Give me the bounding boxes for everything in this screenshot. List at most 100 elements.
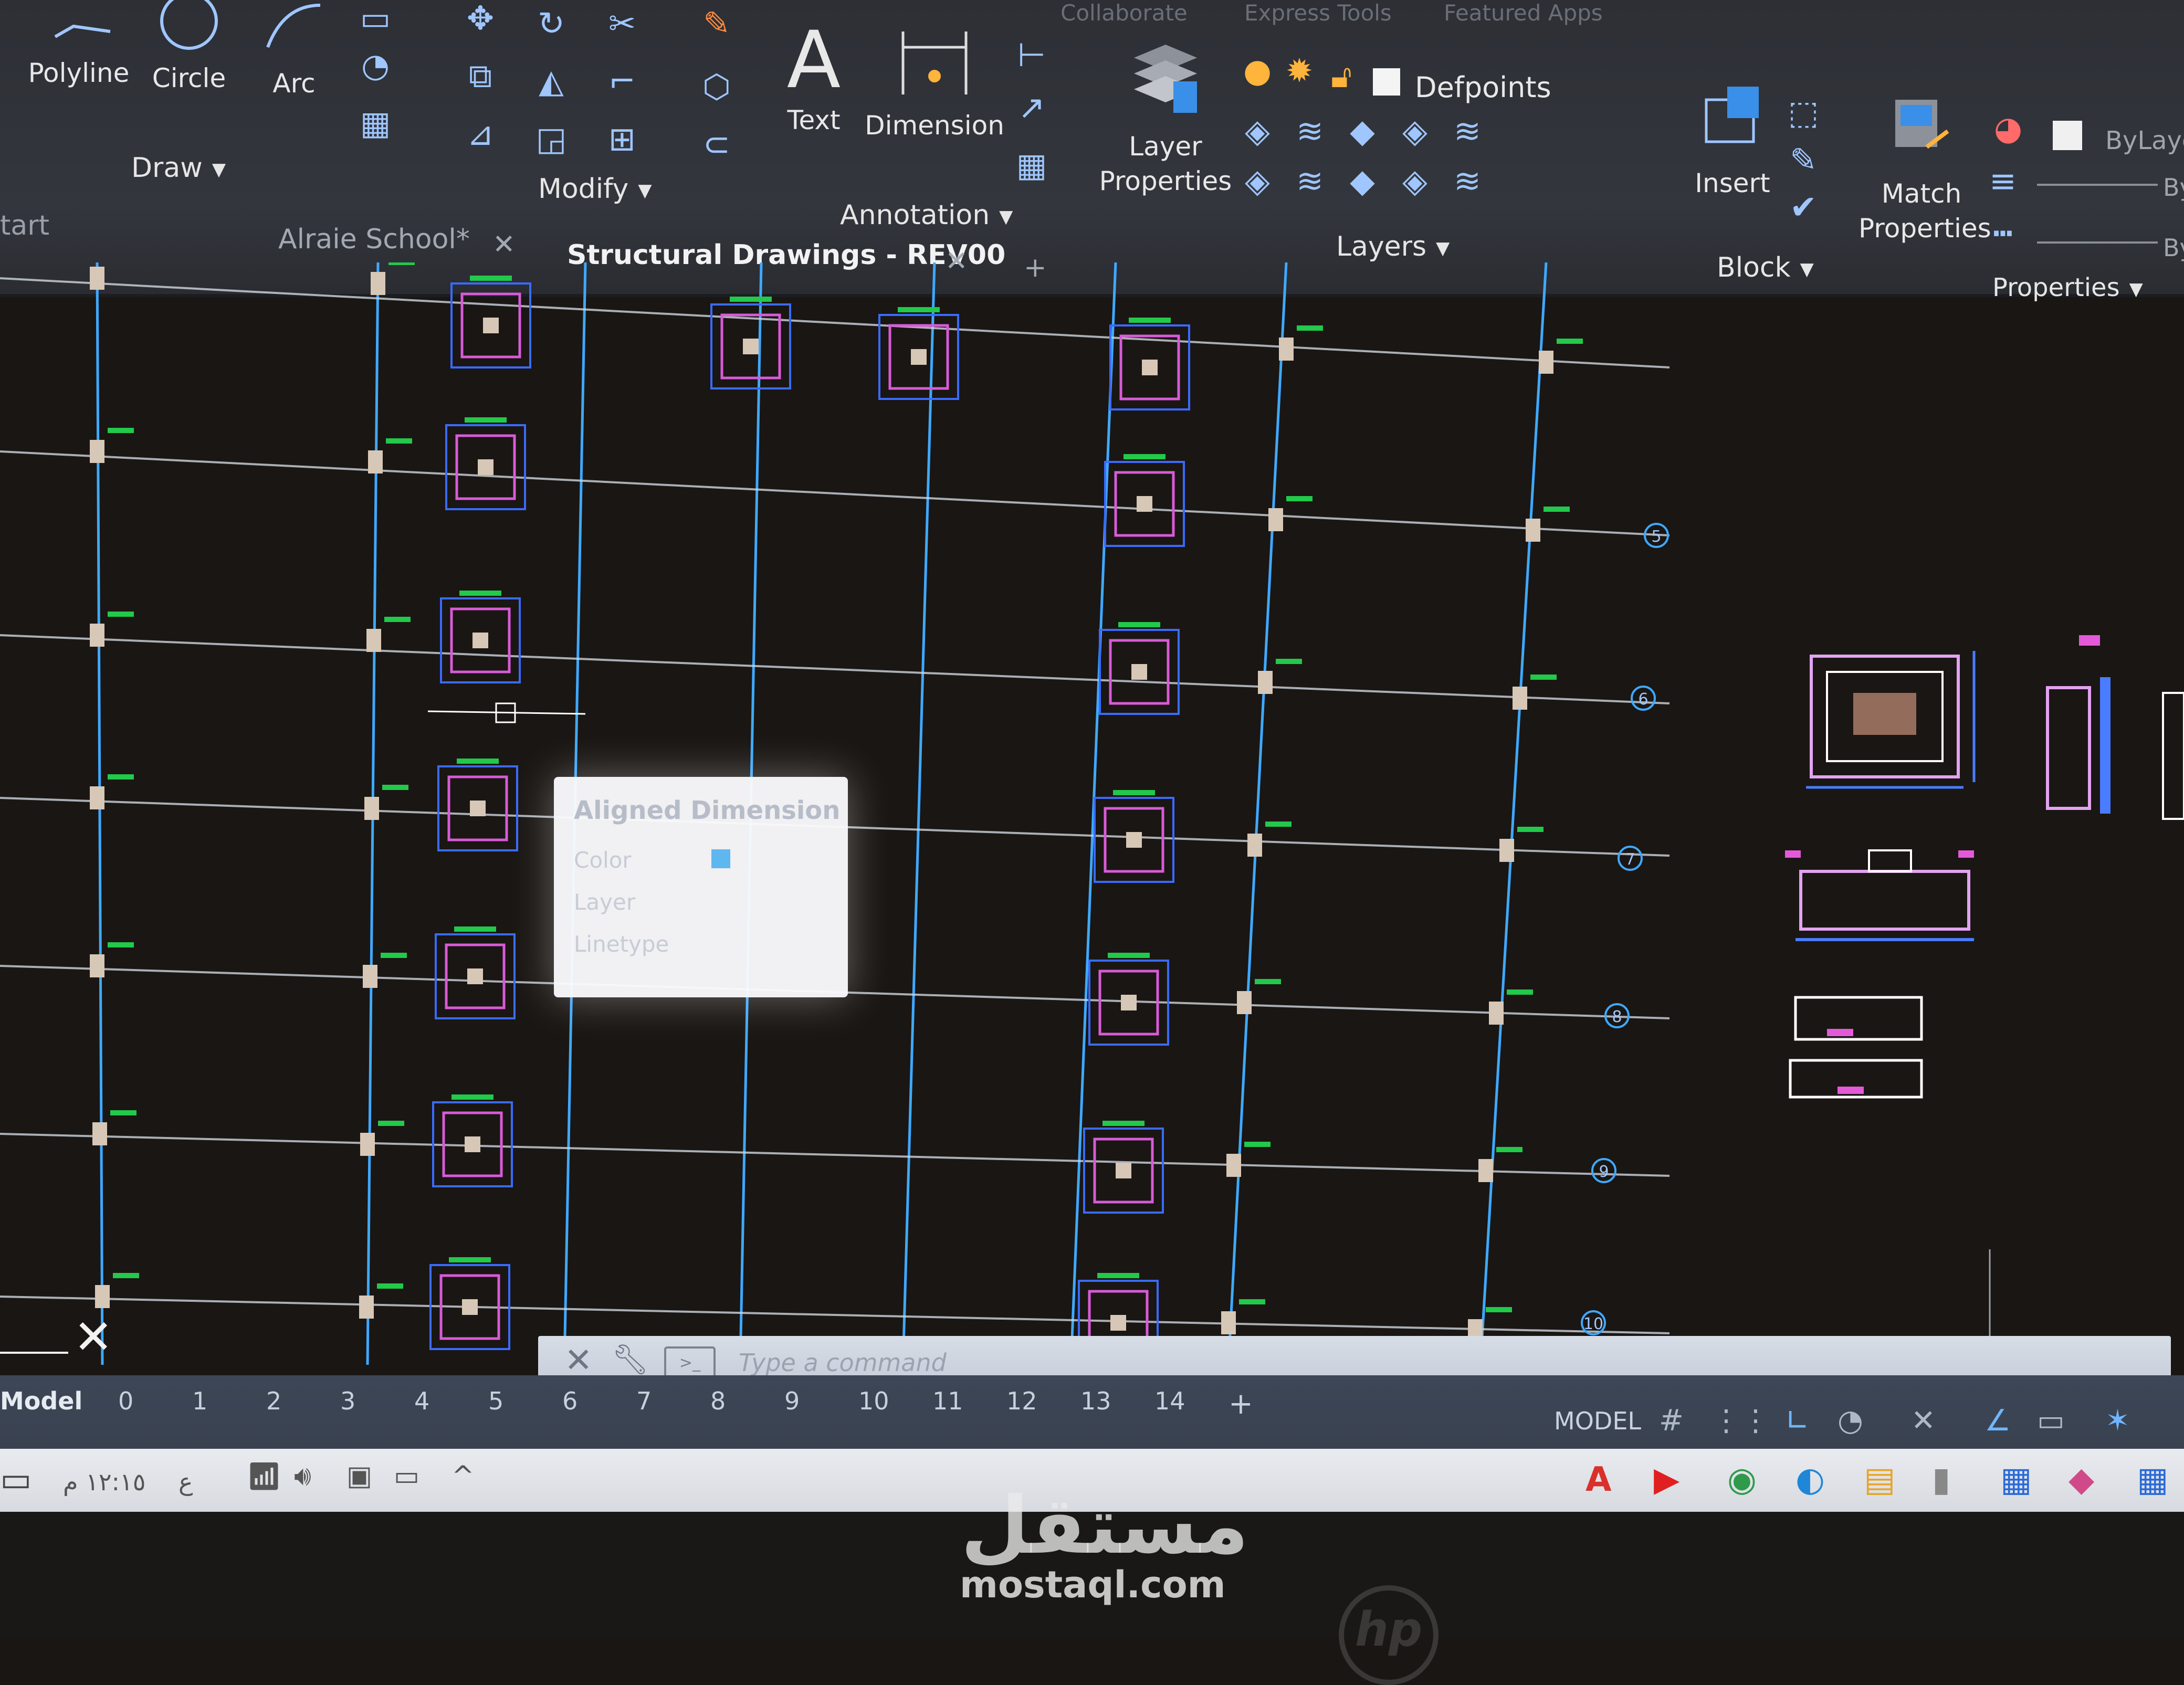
layout-tab-0[interactable]: 0 bbox=[118, 1387, 133, 1415]
lineweight-value[interactable]: By bbox=[2163, 173, 2184, 202]
sun-icon[interactable]: ✹ bbox=[1281, 52, 1318, 89]
linetype-icon[interactable]: ┅ bbox=[1984, 215, 2021, 252]
layout-tab-model[interactable]: Model bbox=[0, 1387, 82, 1415]
grid-icon[interactable]: # bbox=[1659, 1404, 1684, 1438]
ortho-icon[interactable]: ∟ bbox=[1785, 1404, 1810, 1438]
volume-icon[interactable]: 🔊︎ bbox=[294, 1460, 311, 1492]
menu-collaborate[interactable]: Collaborate bbox=[1060, 0, 1188, 26]
edit-block-icon[interactable]: ✎ bbox=[1785, 142, 1822, 178]
close-icon[interactable]: ✕ bbox=[492, 229, 516, 260]
rectangle-icon[interactable]: ▭ bbox=[357, 0, 394, 37]
menu-express-tools[interactable]: Express Tools bbox=[1244, 0, 1392, 26]
layout-tab-6[interactable]: 6 bbox=[562, 1387, 578, 1415]
edge-app-icon[interactable]: ◐ bbox=[1796, 1460, 1825, 1499]
layer-tool-9-icon[interactable]: ◈ bbox=[1396, 163, 1433, 199]
layout-tab-9[interactable]: 9 bbox=[784, 1387, 800, 1415]
table-icon[interactable]: ▦ bbox=[1013, 147, 1050, 184]
layout-tab-8[interactable]: 8 bbox=[710, 1387, 726, 1415]
app-icon[interactable]: ▦ bbox=[2137, 1460, 2168, 1499]
hatch-icon[interactable]: ◔ bbox=[357, 47, 394, 84]
app-icon[interactable]: ▮ bbox=[1932, 1460, 1950, 1499]
annotation-scale-icon[interactable]: ✶ bbox=[2105, 1404, 2130, 1438]
object-track-icon[interactable]: ∠ bbox=[1984, 1404, 2011, 1438]
polar-icon[interactable]: ◔ bbox=[1838, 1404, 1863, 1438]
chrome-app-icon[interactable]: ◉ bbox=[1727, 1460, 1757, 1499]
layer-tool-10-icon[interactable]: ≋ bbox=[1449, 163, 1486, 199]
start-tab[interactable]: tart bbox=[0, 210, 49, 241]
move-icon[interactable]: ✥ bbox=[462, 0, 499, 37]
file-explorer-icon[interactable]: ▤ bbox=[1864, 1460, 1895, 1499]
notification-icon[interactable]: ▭ bbox=[0, 1460, 32, 1499]
wrench-icon[interactable]: 🔧︎ bbox=[612, 1342, 649, 1377]
layout-tab-11[interactable]: 11 bbox=[932, 1387, 963, 1415]
layer-tool-3-icon[interactable]: ◆ bbox=[1344, 113, 1381, 150]
app-icon[interactable]: ◆ bbox=[2068, 1460, 2094, 1499]
lineweight-icon[interactable]: ≡ bbox=[1984, 163, 2021, 199]
color-wheel-icon[interactable]: ◕ bbox=[1990, 110, 2026, 147]
youtube-app-icon[interactable]: ▶ bbox=[1654, 1460, 1679, 1499]
chevron-up-icon[interactable]: ^ bbox=[452, 1460, 475, 1492]
wifi-icon[interactable]: 📶︎ bbox=[247, 1460, 281, 1492]
autocad-app-icon[interactable]: A bbox=[1586, 1460, 1612, 1499]
layout-tab-4[interactable]: 4 bbox=[414, 1387, 429, 1415]
battery-icon[interactable]: ▭ bbox=[394, 1460, 419, 1492]
mirror-icon[interactable]: ◭ bbox=[533, 63, 570, 100]
layer-color-swatch[interactable] bbox=[1373, 68, 1400, 96]
stretch-icon[interactable]: ⊿ bbox=[462, 115, 499, 152]
offset-icon[interactable]: ⊂ bbox=[698, 126, 735, 163]
layers-panel-title[interactable]: Layers ▼ bbox=[1336, 231, 1450, 262]
layout-tab-2[interactable]: 2 bbox=[266, 1387, 281, 1415]
layout-tab-5[interactable]: 5 bbox=[488, 1387, 503, 1415]
section-details[interactable] bbox=[1774, 630, 2184, 1365]
model-space-toggle[interactable]: MODEL bbox=[1554, 1407, 1641, 1435]
scale-icon[interactable]: ◲ bbox=[533, 121, 570, 157]
layer-tool-4-icon[interactable]: ◈ bbox=[1396, 113, 1433, 150]
layout-tab-12[interactable]: 12 bbox=[1006, 1387, 1037, 1415]
close-icon[interactable]: ✕ bbox=[564, 1341, 593, 1380]
3d-box-icon[interactable]: ⬡ bbox=[698, 68, 735, 105]
lineweight-toggle-icon[interactable]: ▭ bbox=[2037, 1404, 2065, 1438]
taskbar-language[interactable]: ع bbox=[178, 1468, 193, 1496]
boundary-icon[interactable]: ▦ bbox=[357, 105, 394, 142]
layout-tab-13[interactable]: 13 bbox=[1080, 1387, 1111, 1415]
layout-tab-3[interactable]: 3 bbox=[340, 1387, 355, 1415]
create-block-icon[interactable]: ⬚ bbox=[1785, 94, 1822, 131]
doc-tab-alraie-school[interactable]: Alraie School* bbox=[278, 224, 470, 255]
layout-tab-7[interactable]: 7 bbox=[636, 1387, 652, 1415]
copy-icon[interactable]: ⧉ bbox=[462, 58, 499, 94]
array-icon[interactable]: ⊞ bbox=[604, 121, 640, 157]
layout-tab-10[interactable]: 10 bbox=[858, 1387, 889, 1415]
block-attr-icon[interactable]: ✔ bbox=[1785, 189, 1822, 226]
drawing-canvas[interactable]: 5 6 7 8 9 10 ✕ bbox=[0, 262, 2184, 1365]
lock-icon[interactable]: 🔓︎ bbox=[1323, 58, 1360, 94]
snap-icon[interactable]: ⋮⋮ bbox=[1712, 1404, 1770, 1438]
bylayer-color-swatch[interactable] bbox=[2053, 121, 2082, 150]
bylayer-color-value[interactable]: ByLayer bbox=[2105, 126, 2184, 155]
draw-panel-title[interactable]: Draw ▼ bbox=[131, 152, 226, 184]
add-layout-button[interactable]: + bbox=[1228, 1387, 1253, 1421]
osnap-icon[interactable]: ✕ bbox=[1911, 1404, 1936, 1438]
bulb-icon[interactable]: ● bbox=[1239, 52, 1276, 89]
modify-panel-title[interactable]: Modify ▼ bbox=[538, 173, 652, 205]
leader-icon[interactable]: ↗ bbox=[1013, 89, 1050, 126]
menu-featured-apps[interactable]: Featured Apps bbox=[1444, 0, 1603, 26]
current-layer-name[interactable]: Defpoints bbox=[1415, 71, 1551, 104]
store-app-icon[interactable]: ▦ bbox=[2000, 1460, 2032, 1499]
layer-tool-7-icon[interactable]: ≋ bbox=[1292, 163, 1328, 199]
layer-tool-1-icon[interactable]: ◈ bbox=[1239, 113, 1276, 150]
text-tool[interactable]: A Text bbox=[777, 21, 850, 135]
trim-icon[interactable]: ✂ bbox=[604, 5, 640, 42]
layout-tab-1[interactable]: 1 bbox=[192, 1387, 207, 1415]
layer-tool-5-icon[interactable]: ≋ bbox=[1449, 113, 1486, 150]
linetype-value[interactable]: By bbox=[2163, 234, 2184, 262]
layer-tool-2-icon[interactable]: ≋ bbox=[1292, 113, 1328, 150]
linear-dim-icon[interactable]: ⊢ bbox=[1013, 37, 1050, 73]
rotate-icon[interactable]: ↻ bbox=[533, 5, 570, 42]
layer-tool-8-icon[interactable]: ◆ bbox=[1344, 163, 1381, 199]
fillet-icon[interactable]: ⌐ bbox=[604, 63, 640, 100]
erase-icon[interactable]: ✎ bbox=[698, 5, 735, 42]
layout-tab-14[interactable]: 14 bbox=[1154, 1387, 1185, 1415]
layer-tool-6-icon[interactable]: ◈ bbox=[1239, 163, 1276, 199]
meet-icon[interactable]: ▣ bbox=[346, 1460, 372, 1492]
taskbar-clock[interactable]: ١٢:١٥ م bbox=[63, 1468, 145, 1496]
